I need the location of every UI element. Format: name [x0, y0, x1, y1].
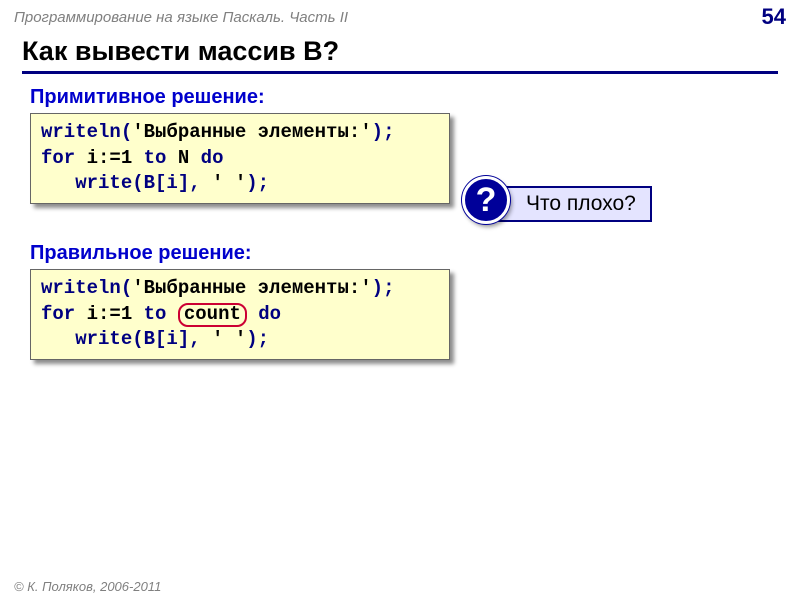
title-rule	[22, 71, 778, 74]
code-text: ' '	[212, 328, 246, 350]
code-keyword: do	[247, 303, 281, 325]
question-mark-icon: ?	[462, 176, 510, 224]
code-keyword: for	[41, 303, 75, 325]
spacer	[0, 204, 800, 240]
slide-title: Как вывести массив B?	[0, 32, 800, 69]
code-text: );	[372, 277, 395, 299]
count-highlight: count	[178, 303, 247, 327]
code-text: i:=1	[75, 147, 143, 169]
section1-label: Примитивное решение:	[0, 84, 800, 113]
header-title: Программирование на языке Паскаль. Часть…	[14, 9, 762, 26]
code-text: 'Выбранные элементы:'	[132, 277, 371, 299]
section2-label: Правильное решение:	[0, 240, 800, 269]
code-text: write(B[i],	[41, 328, 212, 350]
code-box-primitive: writeln('Выбранные элементы:'); for i:=1…	[30, 113, 450, 204]
callout-text: Что плохо?	[498, 186, 652, 222]
code-text: );	[246, 172, 269, 194]
slide: Программирование на языке Паскаль. Часть…	[0, 0, 800, 600]
code-text: writeln(	[41, 277, 132, 299]
code-text: N	[166, 147, 200, 169]
code-text: 'Выбранные элементы:'	[132, 121, 371, 143]
slide-header: Программирование на языке Паскаль. Часть…	[0, 0, 800, 32]
code-keyword: to	[144, 303, 167, 325]
code-text: writeln(	[41, 121, 132, 143]
code-text: ' '	[212, 172, 246, 194]
code-text: i:=1	[75, 303, 143, 325]
page-number: 54	[762, 4, 786, 30]
code-text: write(B[i],	[41, 172, 212, 194]
code-box-correct: writeln('Выбранные элементы:'); for i:=1…	[30, 269, 450, 360]
footer-copyright: © К. Поляков, 2006-2011	[14, 579, 161, 594]
code-keyword: do	[201, 147, 224, 169]
code-text: );	[372, 121, 395, 143]
code-keyword: to	[144, 147, 167, 169]
code-text: );	[246, 328, 269, 350]
code-keyword: for	[41, 147, 75, 169]
